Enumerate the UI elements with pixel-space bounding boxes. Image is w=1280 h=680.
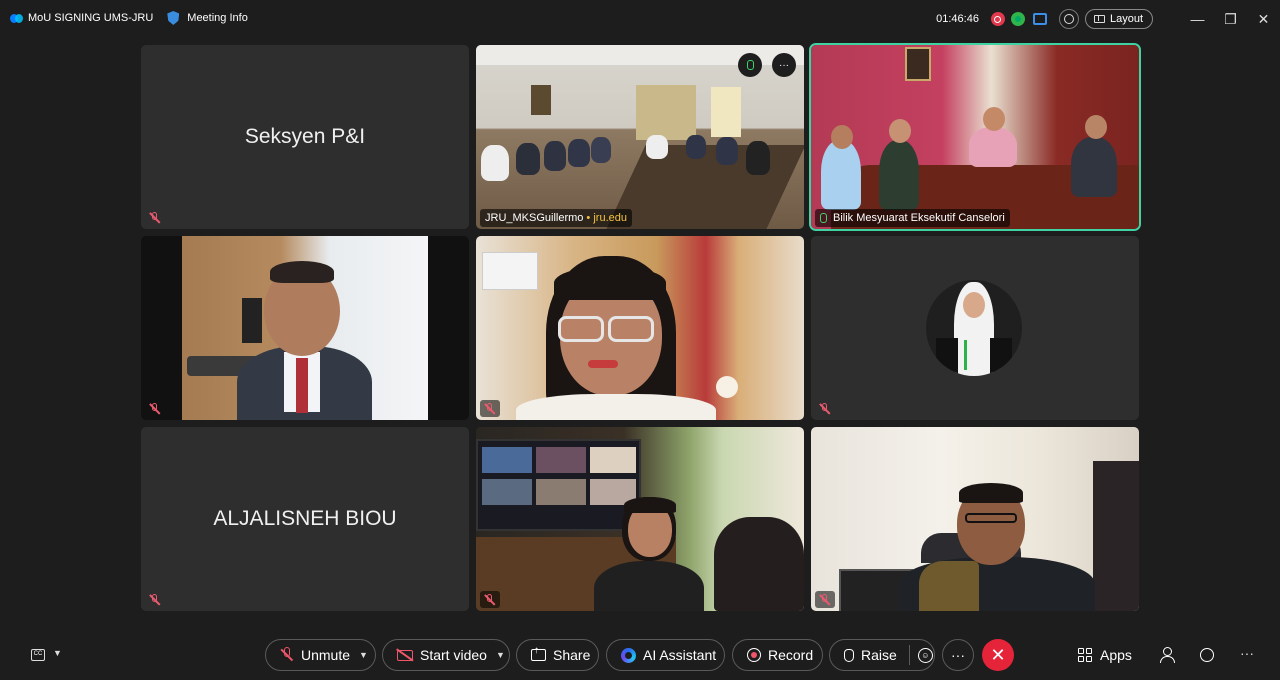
unmute-button[interactable]: Unmute ▼	[265, 639, 376, 671]
recording-status-icon[interactable]	[990, 12, 1005, 26]
muted-mic-icon	[819, 403, 831, 415]
mic-on-icon	[820, 213, 827, 223]
unmute-label: Unmute	[301, 647, 351, 663]
chevron-down-icon[interactable]: ▼	[496, 650, 505, 660]
share-label: Share	[553, 647, 591, 663]
start-video-button[interactable]: Start video ▼	[382, 639, 510, 671]
domain-text: jru.edu	[593, 212, 627, 224]
participant-name: ALJALISNEH BIOU	[213, 507, 397, 530]
participant-name: JRU_MKSGuillermo	[485, 212, 584, 224]
record-label: Record	[768, 647, 814, 663]
participant-tile-bilik[interactable]: Bilik Mesyuarat Eksekutif Canselori	[811, 45, 1139, 229]
participant-tile-woman-screen[interactable]	[476, 427, 804, 611]
meeting-timer: 01:46:46	[936, 13, 979, 25]
close-window-button[interactable]: ✕	[1247, 11, 1280, 28]
restore-button[interactable]: ❐	[1214, 11, 1247, 28]
muted-mic-icon	[149, 212, 161, 224]
chat-icon[interactable]	[1200, 648, 1214, 662]
participant-tile-man-suit[interactable]	[141, 236, 469, 420]
captions-icon[interactable]: CC	[31, 649, 45, 661]
participant-domain: • jru.edu	[586, 212, 627, 224]
participant-name: Bilik Mesyuarat Eksekutif Canselori	[833, 212, 1005, 224]
woman-screen-video	[476, 427, 804, 611]
meeting-info-button[interactable]: Meeting Info	[187, 12, 248, 24]
share-button[interactable]: Share	[516, 639, 599, 671]
meeting-title: MoU SIGNING UMS-JRU	[28, 12, 154, 24]
network-status-icon[interactable]	[1010, 12, 1025, 26]
layout-button[interactable]: Layout	[1084, 9, 1153, 29]
ai-assistant-label: AI Assistant	[643, 647, 717, 663]
muted-mic-icon	[149, 594, 161, 606]
divider	[908, 645, 910, 665]
tile-more-button[interactable]: ···	[772, 53, 796, 77]
ai-assistant-icon	[621, 647, 636, 663]
participant-name: Seksyen P&I	[244, 125, 366, 148]
overflow-menu-icon[interactable]: ···	[1240, 645, 1254, 661]
start-video-label: Start video	[420, 647, 487, 663]
participant-tile-aljalisneh[interactable]: ALJALISNEH BIOU	[141, 427, 469, 611]
raise-hand-icon	[844, 648, 854, 662]
control-bar: CC ▼ Unmute ▼ Start video ▼ Share AI Ass…	[0, 635, 1280, 675]
leave-meeting-button[interactable]: ✕	[982, 639, 1014, 671]
muted-mic-icon	[484, 403, 496, 415]
participants-icon[interactable]	[1160, 647, 1175, 663]
minimize-button[interactable]: —	[1181, 11, 1214, 27]
whiteboard-icon[interactable]	[1032, 13, 1047, 25]
muted-mic-icon	[149, 403, 161, 415]
top-bar: MoU SIGNING UMS-JRU Meeting Info 01:46:4…	[0, 0, 1280, 38]
share-icon	[531, 645, 546, 661]
record-button[interactable]: Record	[732, 639, 823, 671]
participant-tile-avatar[interactable]	[811, 236, 1139, 420]
camera-off-icon	[397, 649, 413, 661]
raise-label: Raise	[861, 647, 897, 663]
man-suit-video	[182, 236, 428, 420]
layout-label: Layout	[1109, 13, 1143, 25]
participant-label: JRU_MKSGuillermo • jru.edu	[480, 209, 632, 227]
webex-logo-icon	[10, 12, 23, 25]
chevron-down-icon[interactable]: ▼	[359, 650, 368, 660]
muted-mic-icon	[819, 594, 831, 606]
participant-label: Bilik Mesyuarat Eksekutif Canselori	[815, 209, 1010, 227]
apps-icon	[1078, 648, 1092, 662]
man-office-video	[811, 427, 1139, 611]
more-options-button[interactable]: ···	[942, 639, 974, 671]
mic-off-icon	[280, 647, 294, 663]
mic-indicator-icon[interactable]	[738, 53, 762, 77]
woman-glasses-video	[476, 236, 804, 420]
participant-tile-woman-glasses[interactable]	[476, 236, 804, 420]
participant-tile-man-office[interactable]	[811, 427, 1139, 611]
ai-assistant-button[interactable]: AI Assistant	[606, 639, 725, 671]
reactions-icon[interactable]: ☺	[917, 647, 933, 663]
avatar	[926, 280, 1022, 376]
shield-icon[interactable]	[167, 11, 180, 25]
participant-tile-jru[interactable]: ··· JRU_MKSGuillermo • jru.edu	[476, 45, 804, 229]
chevron-down-icon[interactable]: ▼	[53, 648, 62, 658]
raise-hand-button[interactable]: Raise ☺	[829, 639, 935, 671]
participant-tile-seksyen[interactable]: Seksyen P&I	[141, 45, 469, 229]
muted-mic-icon	[484, 594, 496, 606]
apps-label: Apps	[1100, 647, 1132, 663]
apps-button[interactable]: Apps	[1078, 647, 1132, 663]
zoom-icon[interactable]	[1058, 9, 1079, 29]
layout-grid-icon	[1093, 15, 1105, 23]
executive-room-video	[811, 45, 1139, 229]
record-icon	[747, 648, 761, 662]
